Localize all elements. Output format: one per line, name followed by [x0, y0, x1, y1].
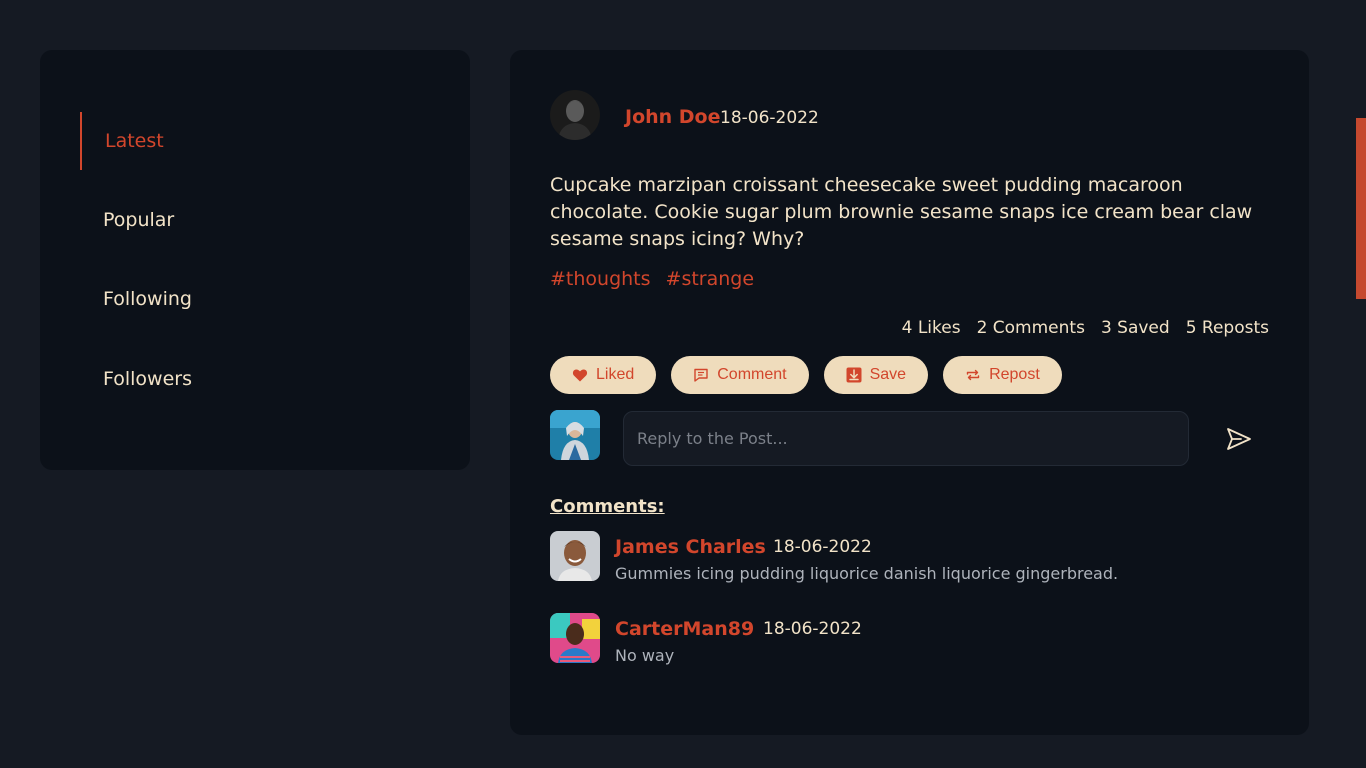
commenter-avatar[interactable] — [550, 531, 600, 581]
page-scrollbar[interactable] — [1356, 118, 1366, 299]
sidebar-item-latest[interactable]: Latest — [80, 112, 380, 170]
likes-count: 4 Likes — [901, 318, 961, 338]
post-stats: 4 Likes 2 Comments 3 Saved 5 Reposts — [902, 318, 1269, 338]
save-button-label: Save — [869, 366, 907, 383]
post-body: Cupcake marzipan croissant cheesecake sw… — [550, 174, 1253, 250]
send-icon — [1225, 428, 1253, 457]
repost-icon — [965, 367, 981, 383]
sidebar-item-popular[interactable]: Popular — [80, 191, 380, 249]
sidebar-item-label: Following — [103, 288, 192, 310]
heart-icon — [572, 367, 588, 383]
post-date: 18-06-2022 — [720, 108, 819, 128]
sidebar-item-label: Latest — [105, 130, 164, 152]
app-page: Latest Popular Following Followers John … — [0, 0, 1366, 768]
author-avatar[interactable] — [550, 90, 600, 140]
comment-button-label: Comment — [717, 366, 787, 383]
sidebar-item-followers[interactable]: Followers — [80, 350, 380, 408]
download-icon — [846, 367, 862, 383]
reply-input[interactable] — [623, 411, 1189, 466]
commenter-avatar[interactable] — [550, 613, 600, 663]
sidebar-item-label: Followers — [103, 368, 192, 390]
commenter-name[interactable]: James Charles — [615, 536, 766, 558]
comment-button[interactable]: Comment — [671, 356, 809, 394]
commenter-name[interactable]: CarterMan89 — [615, 618, 754, 640]
comment-date: 18-06-2022 — [773, 537, 872, 557]
post-tags: #thoughts #strange — [550, 268, 754, 290]
comment-date: 18-06-2022 — [763, 619, 862, 639]
comment-text: No way — [615, 646, 675, 665]
post-actions: Liked Comment Save Repost — [550, 356, 1062, 394]
saved-count: 3 Saved — [1100, 318, 1170, 338]
repost-button-label: Repost — [989, 366, 1040, 383]
comments-count: 2 Comments — [976, 318, 1085, 338]
tag-link[interactable]: #strange — [666, 268, 755, 290]
sidebar-nav: Latest Popular Following Followers — [40, 50, 470, 470]
sidebar-item-following[interactable]: Following — [80, 270, 380, 328]
like-button[interactable]: Liked — [550, 356, 657, 394]
current-user-avatar — [550, 410, 600, 460]
sidebar-item-label: Popular — [103, 209, 175, 231]
send-button[interactable] — [1225, 425, 1253, 453]
comment-icon — [693, 367, 709, 383]
author-name[interactable]: John Doe — [625, 106, 721, 128]
tag-link[interactable]: #thoughts — [550, 268, 651, 290]
post-card: John Doe 18-06-2022 Cupcake marzipan cro… — [510, 50, 1309, 735]
comment-text: Gummies icing pudding liquorice danish l… — [615, 564, 1119, 583]
reposts-count: 5 Reposts — [1185, 318, 1269, 338]
repost-button[interactable]: Repost — [943, 356, 1062, 394]
save-button[interactable]: Save — [823, 356, 929, 394]
comments-heading: Comments: — [550, 496, 665, 517]
like-button-label: Liked — [596, 366, 635, 383]
